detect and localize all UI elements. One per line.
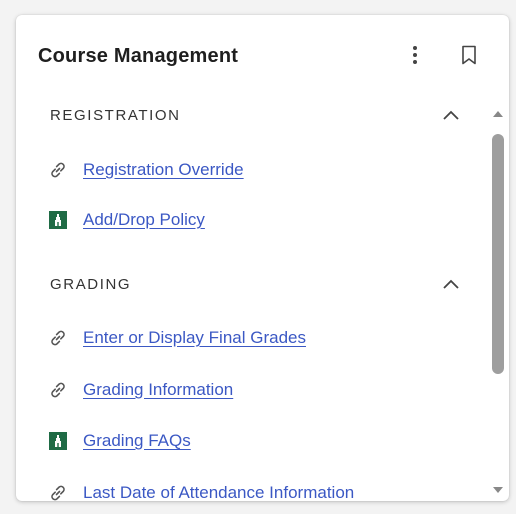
campus-logo-icon: [48, 431, 68, 451]
list-item[interactable]: Last Date of Attendance Information: [48, 480, 354, 501]
last-date-attendance-link[interactable]: Last Date of Attendance Information: [83, 483, 354, 501]
grading-faqs-link[interactable]: Grading FAQs: [83, 431, 191, 451]
enter-display-final-grades-link[interactable]: Enter or Display Final Grades: [83, 328, 306, 348]
link-icon: [48, 380, 68, 400]
list-item[interactable]: Registration Override: [48, 157, 244, 183]
section-header-grading[interactable]: GRADING: [50, 271, 460, 297]
list-item[interactable]: Enter or Display Final Grades: [48, 325, 306, 351]
list-item[interactable]: Grading FAQs: [48, 428, 191, 454]
section-header-registration[interactable]: REGISTRATION: [50, 102, 460, 128]
section-title: REGISTRATION: [50, 106, 181, 124]
list-item[interactable]: Grading Information: [48, 377, 233, 403]
bookmark-icon[interactable]: [455, 41, 483, 69]
scrollbar-thumb[interactable]: [492, 134, 504, 374]
link-icon: [48, 328, 68, 348]
grading-information-link[interactable]: Grading Information: [83, 380, 233, 400]
link-icon: [48, 160, 68, 180]
link-icon: [48, 483, 68, 501]
course-management-card: Course Management REGISTRATION Registrat…: [16, 15, 509, 501]
scroll-up-arrow-icon[interactable]: [491, 107, 505, 121]
campus-logo-icon: [48, 210, 68, 230]
more-vert-icon[interactable]: [401, 41, 429, 69]
add-drop-policy-link[interactable]: Add/Drop Policy: [83, 210, 205, 230]
list-item[interactable]: Add/Drop Policy: [48, 207, 205, 233]
section-title: GRADING: [50, 275, 132, 293]
card-content: REGISTRATION Registration Override Add/D…: [16, 85, 486, 501]
vertical-scrollbar[interactable]: [488, 107, 508, 499]
chevron-up-icon[interactable]: [442, 109, 460, 121]
registration-override-link[interactable]: Registration Override: [83, 160, 244, 180]
scroll-down-arrow-icon[interactable]: [491, 483, 505, 497]
card-title: Course Management: [38, 45, 239, 67]
chevron-up-icon[interactable]: [442, 278, 460, 290]
